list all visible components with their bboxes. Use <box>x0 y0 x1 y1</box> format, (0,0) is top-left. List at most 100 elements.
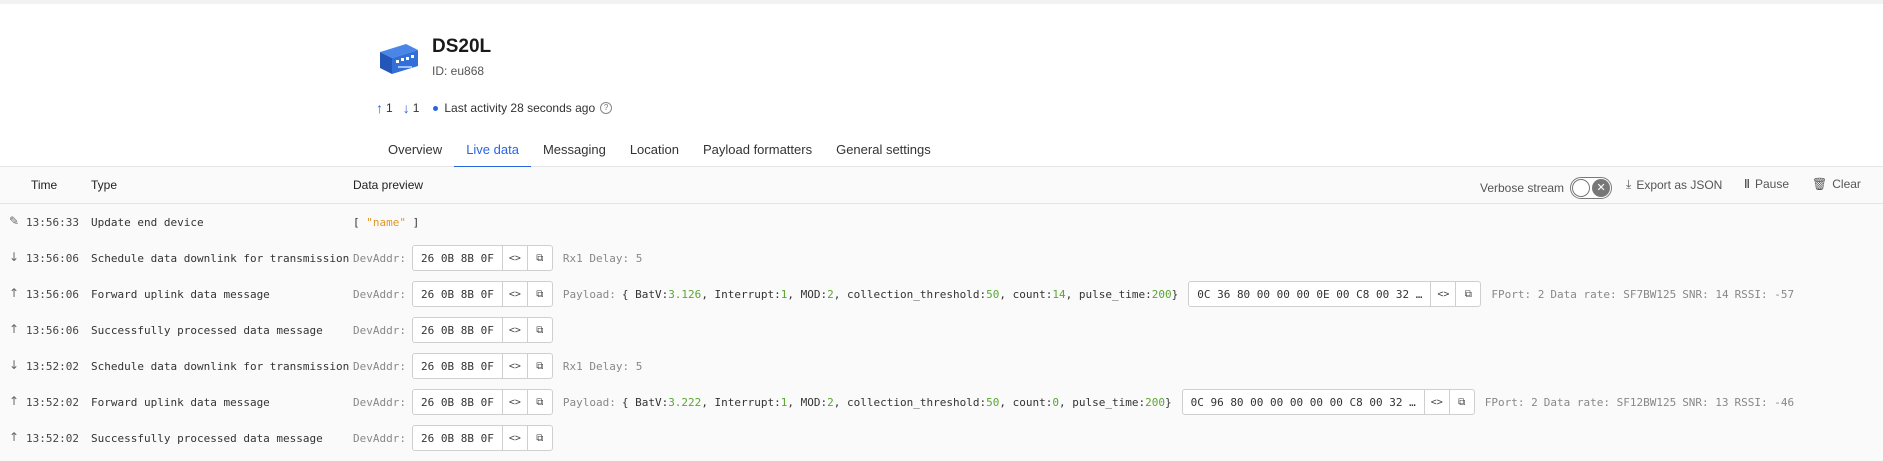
data-rate: Data rate: SF12BW125 <box>1543 395 1677 409</box>
event-row[interactable]: ✎ 13:56:33 Update end device [ "name" ] <box>0 204 1883 240</box>
rx1-delay: Rx1 Delay: 5 <box>562 251 643 265</box>
event-row[interactable]: ↑ 13:56:06 Successfully processed data m… <box>0 312 1883 348</box>
event-type: Schedule data downlink for transmission <box>91 360 350 373</box>
clear-label: Clear <box>1832 177 1861 191</box>
tab-payload-formatters[interactable]: Payload formatters <box>691 134 824 169</box>
activity-dot-icon <box>433 105 439 111</box>
code-toggle-icon[interactable]: <> <box>501 246 527 270</box>
tab-overview[interactable]: Overview <box>376 134 454 169</box>
copy-icon[interactable]: ⧉ <box>1448 390 1474 414</box>
event-row[interactable]: ↓ 13:52:02 Schedule data downlink for tr… <box>0 348 1883 384</box>
column-data-preview: Data preview <box>353 178 424 192</box>
devaddr-field: 26 0B 8B 0F <> ⧉ <box>411 281 553 307</box>
events-list: ✎ 13:56:33 Update end device [ "name" ] … <box>0 204 1883 461</box>
copy-icon[interactable]: ⧉ <box>526 318 552 342</box>
rx1-delay: Rx1 Delay: 5 <box>562 359 643 373</box>
fport: FPort: 2 <box>1484 395 1538 409</box>
tab-general-settings[interactable]: General settings <box>824 134 943 169</box>
event-time: 13:56:33 <box>26 216 79 229</box>
events-table-header: Time Type Data preview Verbose stream ✕ … <box>0 167 1883 204</box>
event-preview: DevAddr: 26 0B 8B 0F <> ⧉ <box>353 315 553 345</box>
payload-mod: 2 <box>827 395 834 409</box>
event-time: 13:56:06 <box>26 252 79 265</box>
event-row[interactable]: ↑ 13:56:06 Forward uplink data message D… <box>0 276 1883 312</box>
field-name: "name" <box>366 215 406 229</box>
verbose-stream-toggle[interactable]: ✕ <box>1570 177 1613 199</box>
copy-icon[interactable]: ⧉ <box>526 282 552 306</box>
rssi: RSSI: -46 <box>1734 395 1795 409</box>
code-toggle-icon[interactable]: <> <box>1430 282 1455 306</box>
column-type: Type <box>91 178 118 192</box>
event-row[interactable]: ↑ 13:52:02 Successfully processed data m… <box>0 420 1883 456</box>
copy-icon[interactable]: ⧉ <box>526 390 552 414</box>
pause-button[interactable]: ‖ Pause <box>1744 177 1789 191</box>
devaddr-value: 26 0B 8B 0F <box>420 251 494 265</box>
event-row[interactable]: ↑ 13:52:02 Forward uplink data message D… <box>0 384 1883 420</box>
copy-icon[interactable]: ⧉ <box>1455 282 1480 306</box>
event-preview: DevAddr: 26 0B 8B 0F <> ⧉ Payload: { Bat… <box>353 279 1800 309</box>
code-toggle-icon[interactable]: <> <box>501 390 527 414</box>
arrow-up-icon: ↑ <box>9 322 20 336</box>
bracket-close: ] <box>406 215 420 229</box>
device-name: DS20L <box>432 36 492 57</box>
payload-mod: 2 <box>827 287 834 301</box>
raw-payload-value: 0C 96 80 00 00 00 00 00 C8 00 32 … <box>1190 395 1416 409</box>
code-toggle-icon[interactable]: <> <box>501 282 527 306</box>
bracket-open: [ <box>353 215 367 229</box>
event-preview: DevAddr: 26 0B 8B 0F <> ⧉ <box>353 423 553 453</box>
arrow-up-icon: ↑ <box>9 430 20 444</box>
event-row[interactable]: ↓ 13:56:06 Schedule data downlink for tr… <box>0 240 1883 276</box>
tab-messaging[interactable]: Messaging <box>531 134 618 169</box>
event-type: Forward uplink data message <box>91 396 270 409</box>
verbose-stream-control: Verbose stream ✕ <box>1480 177 1613 199</box>
event-time: 13:52:02 <box>26 432 79 445</box>
export-json-button[interactable]: ⤓ Export as JSON <box>1626 177 1722 192</box>
uplink-arrow-icon: ↑ <box>376 100 383 116</box>
devaddr-field: 26 0B 8B 0F <> ⧉ <box>411 353 553 379</box>
devaddr-value: 26 0B 8B 0F <box>420 359 494 373</box>
copy-icon[interactable]: ⧉ <box>526 246 552 270</box>
arrow-down-icon: ↓ <box>9 250 20 264</box>
downlink-count: 1 <box>412 101 420 115</box>
event-preview: DevAddr: 26 0B 8B 0F <> ⧉ Rx1 Delay: 5 <box>353 351 648 381</box>
payload-count: 0 <box>1052 395 1059 409</box>
snr: SNR: 13 <box>1682 395 1729 409</box>
devaddr-value: 26 0B 8B 0F <box>420 395 494 409</box>
payload-interrupt: 1 <box>780 395 788 409</box>
device-id: ID: eu868 <box>432 64 485 78</box>
code-toggle-icon[interactable]: <> <box>501 354 527 378</box>
event-preview: DevAddr: 26 0B 8B 0F <> ⧉ Payload: { Bat… <box>353 387 1800 417</box>
raw-payload-field: 0C 96 80 00 00 00 00 00 C8 00 32 … <> ⧉ <box>1181 389 1475 415</box>
device-tabs: Overview Live data Messaging Location Pa… <box>376 134 943 169</box>
code-toggle-icon[interactable]: <> <box>1423 390 1449 414</box>
payload-collection-threshold: 50 <box>986 395 1000 409</box>
event-type: Forward uplink data message <box>91 288 270 301</box>
snr: SNR: 14 <box>1682 287 1729 301</box>
export-json-label: Export as JSON <box>1636 177 1723 192</box>
code-toggle-icon[interactable]: <> <box>501 426 527 450</box>
devaddr-field: 26 0B 8B 0F <> ⧉ <box>411 317 553 343</box>
clear-button[interactable]: 🗑 Clear <box>1812 177 1861 191</box>
payload-pulse-time: 200 <box>1151 287 1172 301</box>
event-time: 13:56:06 <box>26 324 79 337</box>
last-activity: Last activity 28 seconds ago <box>444 101 596 115</box>
tab-location[interactable]: Location <box>618 134 691 169</box>
pencil-icon: ✎ <box>9 214 20 228</box>
pause-icon: ‖ <box>1744 177 1750 191</box>
help-icon[interactable]: ? <box>600 102 613 114</box>
payload-pulse-time: 200 <box>1145 395 1165 409</box>
devaddr-label: DevAddr: <box>353 431 406 445</box>
devaddr-label: DevAddr: <box>353 287 406 301</box>
copy-icon[interactable]: ⧉ <box>526 426 552 450</box>
event-time: 13:52:02 <box>26 360 79 373</box>
devaddr-label: DevAddr: <box>353 251 406 265</box>
event-type: Schedule data downlink for transmission <box>91 252 350 265</box>
copy-icon[interactable]: ⧉ <box>526 354 552 378</box>
arrow-up-icon: ↑ <box>9 394 20 408</box>
data-rate: Data rate: SF7BW125 <box>1550 287 1677 301</box>
close-icon: ✕ <box>1592 179 1611 197</box>
code-toggle-icon[interactable]: <> <box>501 318 527 342</box>
pause-label: Pause <box>1754 177 1790 191</box>
tab-live-data[interactable]: Live data <box>454 134 531 169</box>
rssi: RSSI: -57 <box>1734 287 1795 301</box>
